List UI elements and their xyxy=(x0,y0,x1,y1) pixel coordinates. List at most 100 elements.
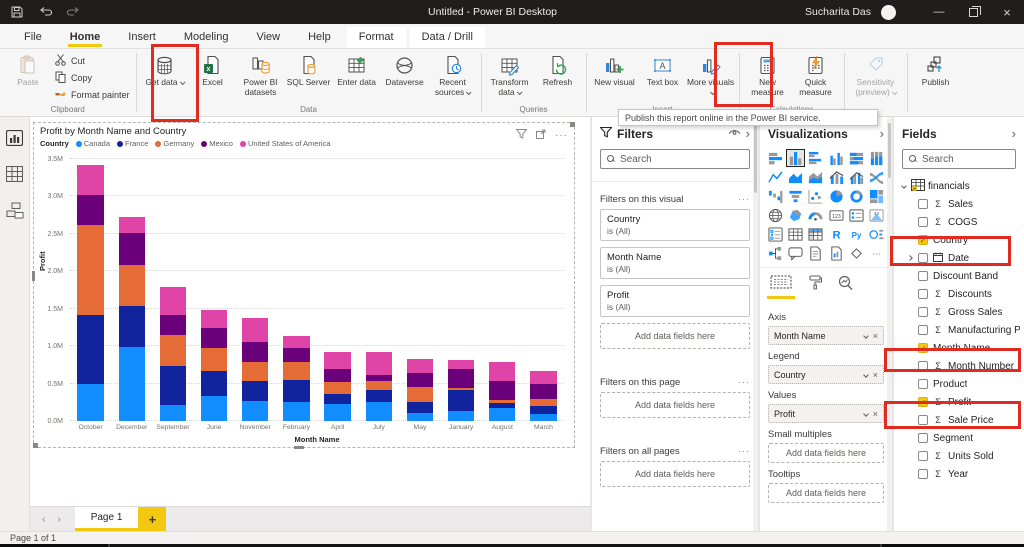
stacked-bar[interactable] xyxy=(407,359,433,421)
bar-segment[interactable] xyxy=(324,394,350,404)
bar-segment[interactable] xyxy=(530,406,556,414)
ribbon-button[interactable]: A Text box xyxy=(639,52,687,88)
section-more-icon[interactable]: ··· xyxy=(738,446,750,457)
ribbon-tab[interactable]: File xyxy=(12,27,54,48)
scatter-chart[interactable] xyxy=(806,187,825,205)
ribbon-tab[interactable]: Data / Drill xyxy=(410,27,485,48)
bar-segment[interactable] xyxy=(448,369,474,388)
next-page-arrow[interactable]: › xyxy=(57,514,60,525)
field-row[interactable]: ✓ Σ Segment xyxy=(898,429,1020,447)
bar-segment[interactable] xyxy=(77,225,103,315)
paste-button[interactable]: Paste xyxy=(4,52,52,88)
publish-button[interactable]: Publish xyxy=(912,52,960,88)
bar-segment[interactable] xyxy=(119,217,145,233)
bar-segment[interactable] xyxy=(283,336,309,349)
visual-filter-icon[interactable] xyxy=(516,126,527,144)
treemap[interactable] xyxy=(867,187,886,205)
bar-segment[interactable] xyxy=(407,359,433,373)
matrix[interactable] xyxy=(806,225,825,243)
bar-segment[interactable] xyxy=(407,413,433,421)
field-row[interactable]: ✓ Σ Sales xyxy=(898,195,1020,213)
filled-map[interactable] xyxy=(786,206,805,224)
bar-segment[interactable] xyxy=(119,306,145,346)
bar-segment[interactable] xyxy=(201,396,227,421)
bar-segment[interactable] xyxy=(242,318,268,341)
add-filter-field[interactable]: Add data fields here xyxy=(600,323,750,349)
ribbon-tab[interactable]: View xyxy=(244,27,292,48)
bar-segment[interactable] xyxy=(160,405,186,421)
bar-segment[interactable] xyxy=(407,402,433,413)
stacked-bar[interactable] xyxy=(283,336,309,421)
r-script-visual[interactable]: R xyxy=(826,225,845,243)
bar-segment[interactable] xyxy=(201,348,227,371)
bar-segment[interactable] xyxy=(242,342,268,362)
filter-card[interactable]: Month Name is (All) xyxy=(600,247,750,279)
resize-handle-left[interactable] xyxy=(32,271,35,281)
slicer[interactable] xyxy=(766,225,785,243)
collapse-filters-icon[interactable]: › xyxy=(746,126,750,141)
model-view-button[interactable] xyxy=(4,199,26,221)
filter-card[interactable]: Country is (All) xyxy=(600,209,750,241)
stacked-column-chart-visual[interactable]: Profit by Month Name and Country Country… xyxy=(33,122,575,448)
field-row[interactable]: ✓ Σ Month Name xyxy=(898,339,1020,357)
close-button[interactable]: × xyxy=(990,0,1024,24)
ribbon-tab[interactable]: Home xyxy=(58,27,113,48)
field-well-value[interactable]: Month Name × xyxy=(768,326,884,345)
bar-segment[interactable] xyxy=(448,411,474,421)
bar-segment[interactable] xyxy=(366,402,392,421)
line-clustered-column-chart[interactable] xyxy=(847,168,866,186)
fields-search-input[interactable]: Search xyxy=(902,149,1016,169)
format-painter-button[interactable]: Format painter xyxy=(54,87,130,103)
ribbon-button[interactable]: Refresh xyxy=(534,52,582,88)
remove-field-icon[interactable]: × xyxy=(873,370,878,380)
expander-icon[interactable] xyxy=(907,255,913,261)
section-more-icon[interactable]: ··· xyxy=(738,194,750,205)
clustered-bar-chart[interactable] xyxy=(806,149,825,167)
analytics-tab-icon[interactable] xyxy=(838,275,853,299)
field-row[interactable]: ✓ Σ Profit xyxy=(898,393,1020,411)
field-well-placeholder[interactable]: Add data fields here xyxy=(768,483,884,503)
bar-segment[interactable] xyxy=(160,287,186,315)
legend-item[interactable]: France xyxy=(117,139,148,148)
stacked-bar[interactable] xyxy=(366,352,392,421)
minimize-button[interactable]: — xyxy=(922,0,956,24)
field-row[interactable]: ✓ Σ Gross Sales xyxy=(898,303,1020,321)
chevron-down-icon[interactable] xyxy=(863,411,869,417)
filter-card[interactable]: Profit is (All) xyxy=(600,285,750,317)
arcgis-map[interactable] xyxy=(847,244,866,262)
prev-page-arrow[interactable]: ‹ xyxy=(42,514,45,525)
more-options-icon[interactable]: ··· xyxy=(555,130,568,141)
data-view-button[interactable] xyxy=(4,163,26,185)
ribbon-button[interactable]: Dataverse xyxy=(381,52,429,88)
filters-search-input[interactable]: Search xyxy=(600,149,750,169)
stacked-bar[interactable] xyxy=(324,352,350,421)
field-checkbox[interactable]: ✓ xyxy=(918,451,928,461)
stacked-bar[interactable] xyxy=(160,287,186,421)
ribbon-tab[interactable]: Format xyxy=(347,27,406,48)
bar-segment[interactable] xyxy=(201,371,227,396)
stacked-bar[interactable] xyxy=(201,310,227,421)
add-page-button[interactable]: + xyxy=(138,507,166,531)
key-influencers[interactable] xyxy=(867,225,886,243)
field-checkbox[interactable]: ✓ xyxy=(918,397,928,407)
legend-item[interactable]: United States of America xyxy=(240,139,331,148)
field-checkbox[interactable]: ✓ xyxy=(918,199,928,209)
field-row[interactable]: ✓ Σ Discounts xyxy=(898,285,1020,303)
100-stacked-bar-chart[interactable] xyxy=(847,149,866,167)
bar-segment[interactable] xyxy=(366,381,392,391)
pie-chart[interactable] xyxy=(826,187,845,205)
field-checkbox[interactable]: ✓ xyxy=(918,379,928,389)
ribbon-button[interactable]: Power BI datasets xyxy=(237,52,285,97)
bar-segment[interactable] xyxy=(530,399,556,406)
field-checkbox[interactable]: ✓ xyxy=(918,343,928,353)
bar-segment[interactable] xyxy=(283,362,309,380)
ribbon-button[interactable]: More visuals xyxy=(687,52,735,97)
field-row[interactable]: ✓ Σ Manufacturing Pr... xyxy=(898,321,1020,339)
remove-field-icon[interactable]: × xyxy=(873,331,878,341)
resize-handle-bottom[interactable] xyxy=(294,446,304,449)
field-checkbox[interactable]: ✓ xyxy=(918,415,928,425)
field-well-value[interactable]: Country × xyxy=(768,365,884,384)
report-page[interactable]: Profit by Month Name and Country Country… xyxy=(30,117,590,506)
ribbon-button[interactable]: x Excel xyxy=(189,52,237,88)
bar-segment[interactable] xyxy=(160,366,186,404)
